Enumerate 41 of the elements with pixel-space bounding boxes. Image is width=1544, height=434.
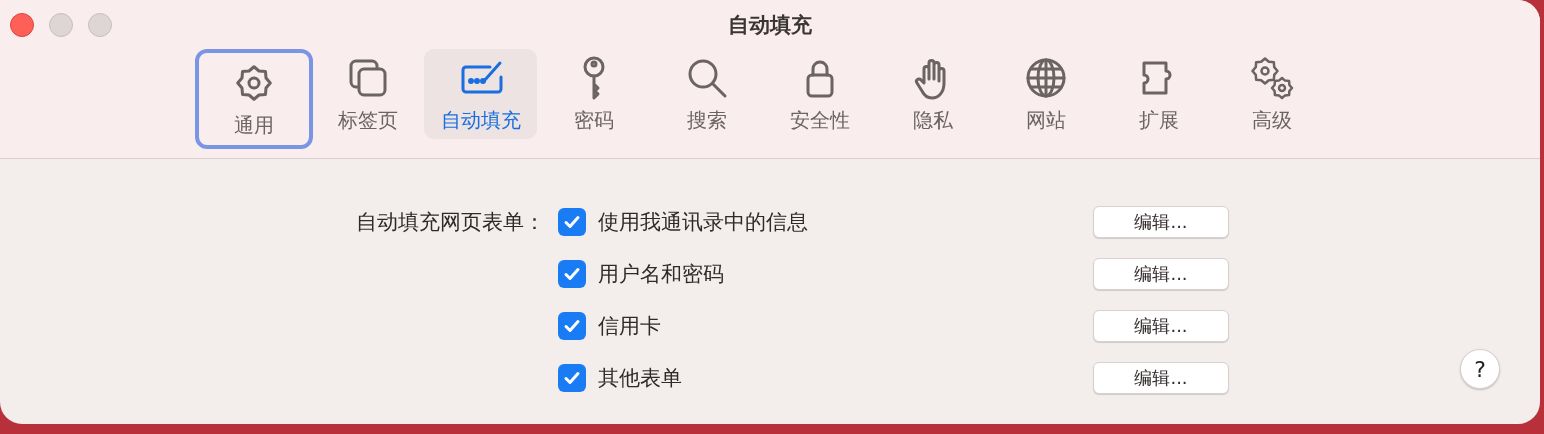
checkbox[interactable] <box>558 260 586 288</box>
checkbox-label: 用户名和密码 <box>597 261 725 288</box>
tab-label: 安全性 <box>789 106 850 134</box>
toolbar-tab[interactable]: 密码 <box>537 49 650 139</box>
check-icon <box>563 317 581 335</box>
check-icon <box>563 369 581 387</box>
toolbar-tab[interactable]: 扩展 <box>1102 49 1215 139</box>
toolbar-tab[interactable]: 标签页 <box>311 49 424 139</box>
edit-button[interactable]: 编辑... <box>1093 362 1229 394</box>
edit-button[interactable]: 编辑... <box>1093 206 1229 238</box>
help-button[interactable]: ? <box>1460 349 1500 389</box>
check-icon <box>563 213 581 231</box>
checkbox-label: 使用我通讯录中的信息 <box>597 209 809 236</box>
checkbox[interactable] <box>558 364 586 392</box>
toolbar-tab[interactable]: 自动填充 <box>424 49 537 139</box>
checkbox[interactable] <box>558 312 586 340</box>
close-button[interactable] <box>10 13 34 37</box>
form-label: 自动填充网页表单： <box>356 209 545 236</box>
checkbox-label: 信用卡 <box>597 313 662 340</box>
edit-button[interactable]: 编辑... <box>1093 258 1229 290</box>
toolbar-tab[interactable]: 通用 <box>195 49 313 149</box>
toolbar-tab[interactable]: 高级 <box>1215 49 1328 139</box>
checkbox[interactable] <box>558 208 586 236</box>
toolbar-tab[interactable]: 搜索 <box>650 49 763 139</box>
toolbar-tab[interactable]: 网站 <box>989 49 1102 139</box>
edit-button[interactable]: 编辑... <box>1093 310 1229 342</box>
tab-label: 通用 <box>234 111 274 139</box>
toolbar-tab[interactable]: 安全性 <box>763 49 876 139</box>
tab-label: 隐私 <box>912 106 953 134</box>
tab-label: 标签页 <box>337 106 398 134</box>
tab-label: 自动填充 <box>440 106 521 134</box>
gears-icon <box>1248 54 1295 101</box>
checkbox-label: 其他表单 <box>597 365 683 392</box>
window-title: 自动填充 <box>728 12 812 39</box>
tab-label: 高级 <box>1251 106 1292 134</box>
tab-label: 搜索 <box>686 106 727 134</box>
toolbar-tab[interactable]: 隐私 <box>876 49 989 139</box>
check-icon <box>563 265 581 283</box>
tab-label: 扩展 <box>1138 106 1179 134</box>
tab-label: 密码 <box>573 106 614 134</box>
tab-label: 网站 <box>1025 106 1066 134</box>
